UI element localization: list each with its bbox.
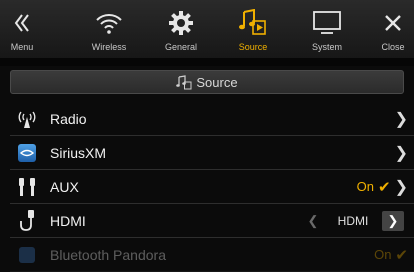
chevron-double-left-icon [0, 8, 44, 38]
divider [0, 58, 414, 66]
checkmark-icon: ✔ [395, 246, 408, 264]
section-title: Source [196, 74, 238, 90]
list-item-siriusxm[interactable]: SiriusXM ❯ [10, 136, 414, 170]
list-item-label: SiriusXM [50, 144, 107, 161]
tab-source[interactable]: Source [216, 0, 290, 58]
list-item-bluetooth-pandora[interactable]: Bluetooth Pandora On ✔ [10, 238, 414, 272]
aux-status-value: On [356, 179, 375, 194]
siriusxm-icon [10, 136, 44, 170]
tab-menu-label: Menu [10, 42, 34, 52]
tab-system-label: System [311, 42, 342, 52]
close-icon [372, 8, 414, 38]
hdmi-value: HDMI [337, 213, 369, 228]
monitor-icon [290, 8, 364, 38]
chevron-right-icon: ❯ [394, 110, 408, 128]
checkmark-icon: ✔ [378, 178, 391, 196]
chevron-right-icon: ❯ [394, 144, 408, 162]
gear-icon [146, 8, 216, 38]
hdmi-selector: ❮ HDMI ❯ [302, 210, 404, 231]
hdmi-cable-icon [10, 204, 44, 238]
list-item-hdmi: HDMI ❮ HDMI ❯ [10, 204, 414, 238]
tab-wireless-label: Wireless [91, 42, 127, 52]
list-item-label: Radio [50, 110, 87, 127]
section-header: Source [10, 70, 404, 94]
tab-wireless[interactable]: Wireless [72, 0, 146, 58]
hdmi-prev-button[interactable]: ❮ [302, 211, 324, 231]
chevron-right-icon: ❯ [394, 178, 408, 196]
tab-source-label: Source [238, 42, 268, 52]
aux-plug-icon [10, 170, 44, 204]
wifi-icon [72, 8, 146, 38]
music-note-icon [216, 8, 290, 38]
radio-antenna-icon [10, 102, 44, 136]
list-item-label: HDMI [50, 212, 86, 229]
pandora-status-value: On [374, 247, 392, 262]
list-item-aux[interactable]: AUX On ✔ ❯ [10, 170, 414, 204]
tab-close[interactable]: Close [372, 0, 414, 58]
top-tab-bar: Menu Wireless General Source System Clos… [0, 0, 414, 59]
tab-general-label: General [164, 42, 198, 52]
list-item-label: Bluetooth Pandora [50, 246, 166, 263]
hdmi-next-button[interactable]: ❯ [382, 210, 404, 231]
list-item-radio[interactable]: Radio ❯ [10, 102, 414, 136]
tab-system[interactable]: System [290, 0, 364, 58]
tab-close-label: Close [381, 42, 405, 52]
music-note-icon [176, 74, 192, 90]
tab-menu[interactable]: Menu [0, 0, 44, 58]
pandora-icon [10, 238, 44, 272]
tab-general[interactable]: General [146, 0, 216, 58]
list-item-label: AUX [50, 178, 79, 195]
